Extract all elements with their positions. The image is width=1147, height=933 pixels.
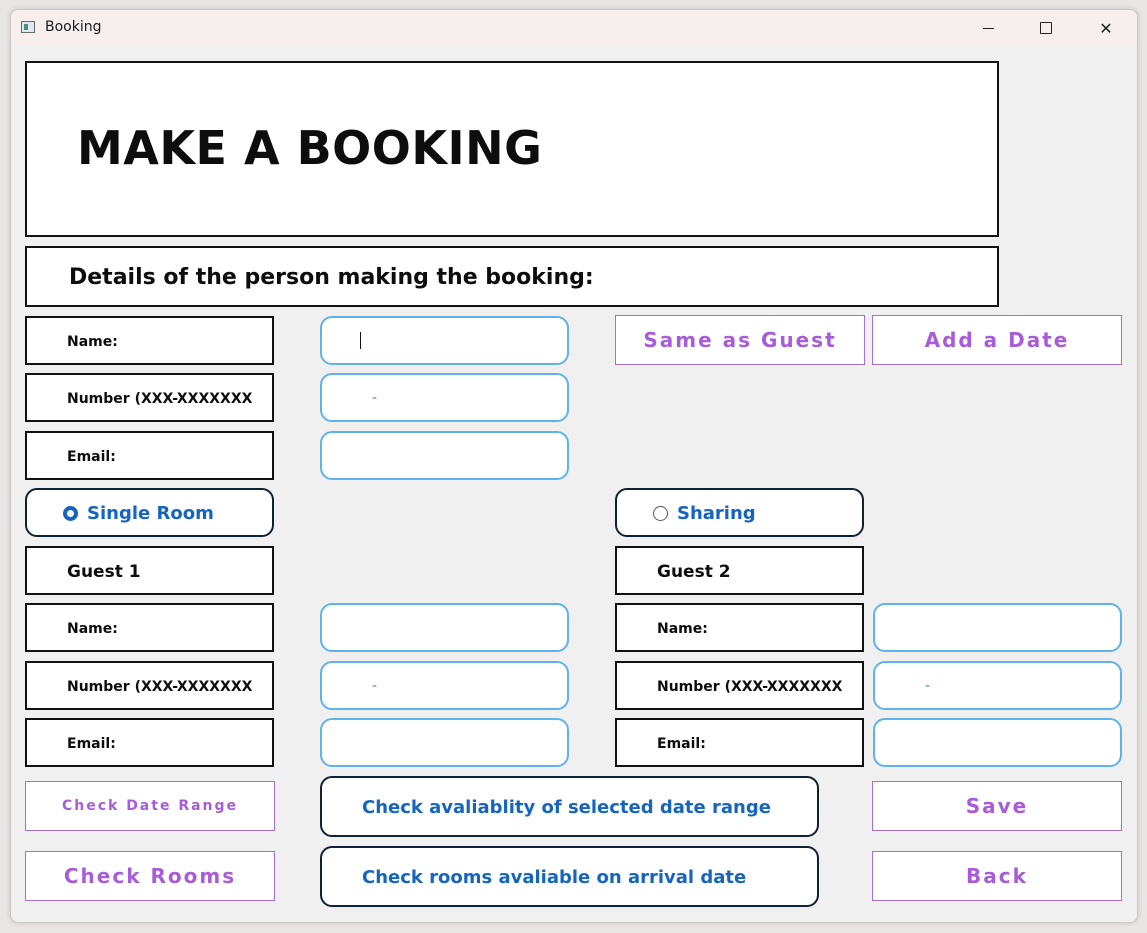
check-date-range-button[interactable]: Check Date Range bbox=[25, 781, 275, 831]
guest1-name-input[interactable] bbox=[320, 603, 569, 652]
title-bar[interactable]: Booking ✕ bbox=[11, 10, 1137, 46]
guest2-title-box: Guest 2 bbox=[615, 546, 864, 595]
sharing-label: Sharing bbox=[677, 503, 756, 524]
guest1-title-box: Guest 1 bbox=[25, 546, 274, 595]
maximize-button[interactable] bbox=[1017, 10, 1075, 46]
single-room-label: Single Room bbox=[87, 503, 214, 524]
booker-email-label-box: Email: bbox=[25, 431, 274, 480]
maximize-icon bbox=[1040, 22, 1052, 34]
close-icon: ✕ bbox=[1099, 18, 1113, 38]
guest2-number-label: Number (XXX-XXXXXXX bbox=[657, 679, 843, 695]
text-caret bbox=[360, 332, 361, 349]
booker-email-label: Email: bbox=[67, 449, 116, 465]
booker-name-label: Name: bbox=[67, 334, 118, 350]
page-title: MAKE A BOOKING bbox=[77, 121, 543, 175]
guest1-number-input[interactable] bbox=[320, 661, 569, 710]
close-button[interactable]: ✕ bbox=[1077, 10, 1135, 46]
minimize-button[interactable] bbox=[959, 10, 1017, 46]
booker-number-label-box: Number (XXX-XXXXXXX bbox=[25, 373, 274, 422]
header-panel: MAKE A BOOKING bbox=[25, 61, 999, 237]
guest1-name-label-box: Name: bbox=[25, 603, 274, 652]
guest1-email-label-box: Email: bbox=[25, 718, 274, 767]
guest2-name-input[interactable] bbox=[873, 603, 1122, 652]
check-availability-label: Check avaliablity of selected date range bbox=[362, 797, 771, 818]
guest1-number-label: Number (XXX-XXXXXXX bbox=[67, 679, 253, 695]
guest2-title: Guest 2 bbox=[657, 562, 731, 582]
check-rooms-button[interactable]: Check Rooms bbox=[25, 851, 275, 901]
guest1-number-label-box: Number (XXX-XXXXXXX bbox=[25, 661, 274, 710]
guest2-email-label-box: Email: bbox=[615, 718, 864, 767]
sharing-radio[interactable]: Sharing bbox=[615, 488, 864, 537]
booker-name-input[interactable] bbox=[320, 316, 569, 365]
guest1-email-input[interactable] bbox=[320, 718, 569, 767]
window-title: Booking bbox=[45, 19, 102, 35]
check-availability-button[interactable]: Check avaliablity of selected date range bbox=[320, 776, 819, 837]
single-room-radio[interactable]: Single Room bbox=[25, 488, 274, 537]
guest2-number-label-box: Number (XXX-XXXXXXX bbox=[615, 661, 864, 710]
radio-unselected-icon bbox=[653, 506, 668, 521]
guest1-title: Guest 1 bbox=[67, 562, 141, 582]
check-rooms-arrival-button[interactable]: Check rooms avaliable on arrival date bbox=[320, 846, 819, 907]
app-icon bbox=[21, 21, 35, 33]
booker-number-input[interactable] bbox=[320, 373, 569, 422]
details-panel: Details of the person making the booking… bbox=[25, 246, 999, 307]
booker-number-label: Number (XXX-XXXXXXX bbox=[67, 391, 253, 407]
booker-email-input[interactable] bbox=[320, 431, 569, 480]
details-heading: Details of the person making the booking… bbox=[69, 265, 594, 290]
add-a-date-button[interactable]: Add a Date bbox=[872, 315, 1122, 365]
guest2-email-label: Email: bbox=[657, 736, 706, 752]
same-as-guest-button[interactable]: Same as Guest bbox=[615, 315, 865, 365]
save-button[interactable]: Save bbox=[872, 781, 1122, 831]
guest2-name-label-box: Name: bbox=[615, 603, 864, 652]
minimize-icon bbox=[982, 27, 994, 29]
guest2-name-label: Name: bbox=[657, 621, 708, 637]
guest2-number-input[interactable] bbox=[873, 661, 1122, 710]
guest2-email-input[interactable] bbox=[873, 718, 1122, 767]
guest1-name-label: Name: bbox=[67, 621, 118, 637]
guest1-email-label: Email: bbox=[67, 736, 116, 752]
back-button[interactable]: Back bbox=[872, 851, 1122, 901]
booking-window: Booking ✕ MAKE A BOOKING Details of the … bbox=[10, 9, 1138, 923]
radio-selected-icon bbox=[63, 506, 78, 521]
check-rooms-arrival-label: Check rooms avaliable on arrival date bbox=[362, 867, 747, 888]
booker-name-label-box: Name: bbox=[25, 316, 274, 365]
